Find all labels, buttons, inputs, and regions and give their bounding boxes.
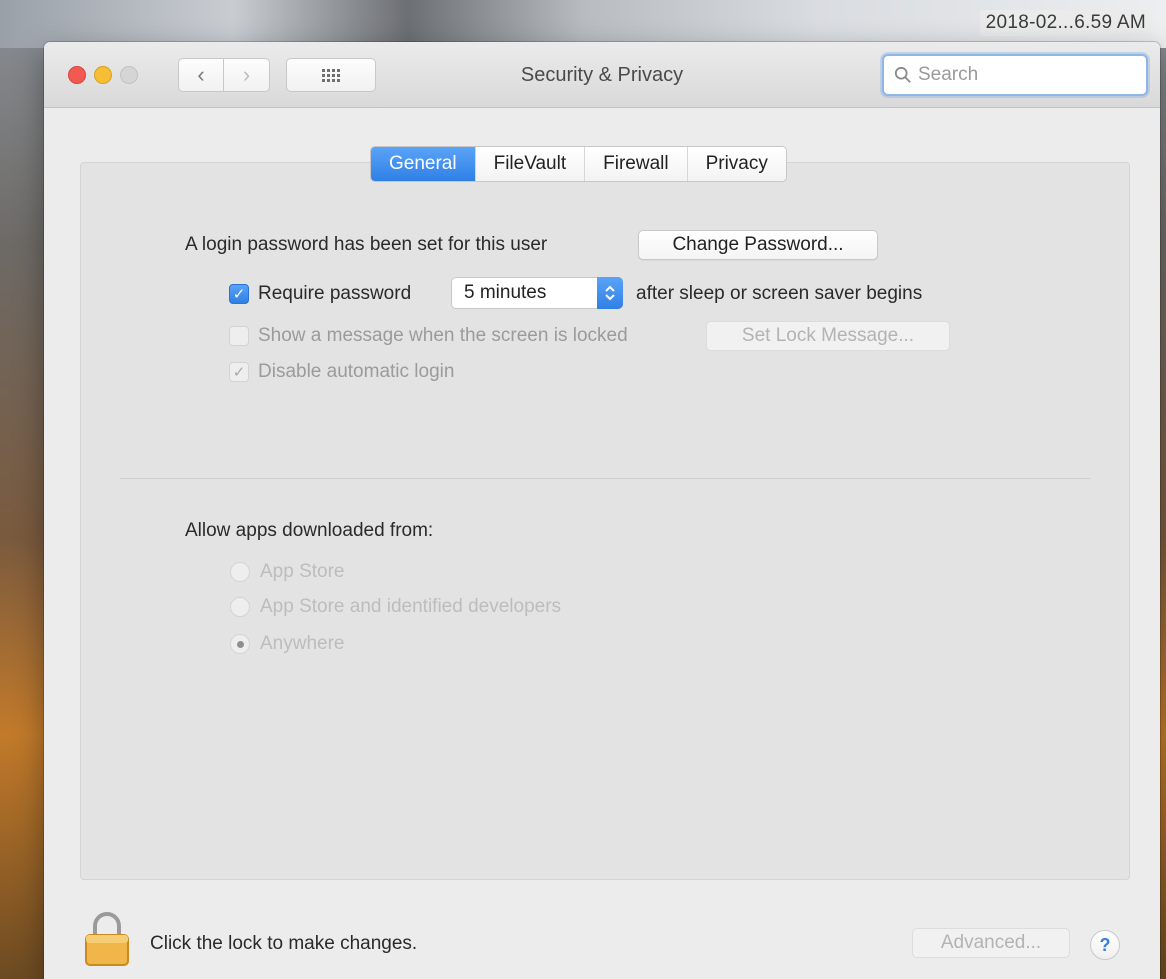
show-message-label: Show a message when the screen is locked <box>258 325 628 346</box>
question-mark-icon: ? <box>1099 934 1111 955</box>
help-button[interactable]: ? <box>1090 930 1120 960</box>
radio-app-store[interactable] <box>230 562 250 582</box>
stepper-arrows-icon <box>597 277 623 309</box>
radio-identified-developers-label: App Store and identified developers <box>260 596 562 617</box>
radio-anywhere-label: Anywhere <box>260 633 345 654</box>
tab-bar: General FileVault Firewall Privacy <box>370 146 787 182</box>
tab-filevault[interactable]: FileVault <box>474 147 585 181</box>
change-password-button[interactable]: Change Password... <box>638 230 878 260</box>
disable-auto-login-checkbox[interactable]: ✓ <box>229 362 249 382</box>
titlebar: ‹ › Security & Privacy <box>44 42 1160 108</box>
advanced-button[interactable]: Advanced... <box>912 928 1070 958</box>
radio-identified-developers[interactable] <box>230 597 250 617</box>
set-lock-message-button[interactable]: Set Lock Message... <box>706 321 950 351</box>
checkmark-icon: ✓ <box>232 285 246 303</box>
require-password-suffix: after sleep or screen saver begins <box>636 283 923 304</box>
require-password-label: Require password <box>258 283 412 304</box>
menubar-clock[interactable]: 2018-02...6.59 AM <box>979 10 1152 36</box>
radio-anywhere[interactable] <box>230 634 250 654</box>
allow-apps-heading: Allow apps downloaded from: <box>185 520 434 541</box>
tab-privacy[interactable]: Privacy <box>686 147 786 181</box>
lock-icon[interactable] <box>80 908 134 968</box>
require-password-checkbox[interactable]: ✓ <box>229 284 249 304</box>
radio-selected-dot <box>236 640 244 648</box>
system-preferences-window: ‹ › Security & Privacy General FileVault… <box>44 42 1160 979</box>
section-divider <box>120 478 1090 479</box>
tab-firewall[interactable]: Firewall <box>584 147 687 181</box>
login-password-label: A login password has been set for this u… <box>185 234 548 255</box>
tab-general[interactable]: General <box>371 147 475 181</box>
checkmark-icon: ✓ <box>232 363 246 381</box>
password-delay-select[interactable]: 5 minutes <box>451 277 623 309</box>
disable-auto-login-label: Disable automatic login <box>258 361 455 382</box>
search-icon <box>894 66 911 83</box>
search-input[interactable] <box>918 64 1118 86</box>
lock-hint-text: Click the lock to make changes. <box>150 933 418 954</box>
search-field[interactable] <box>882 54 1148 96</box>
show-message-checkbox[interactable] <box>229 326 249 346</box>
password-delay-value: 5 minutes <box>464 282 547 303</box>
radio-app-store-label: App Store <box>260 561 345 582</box>
